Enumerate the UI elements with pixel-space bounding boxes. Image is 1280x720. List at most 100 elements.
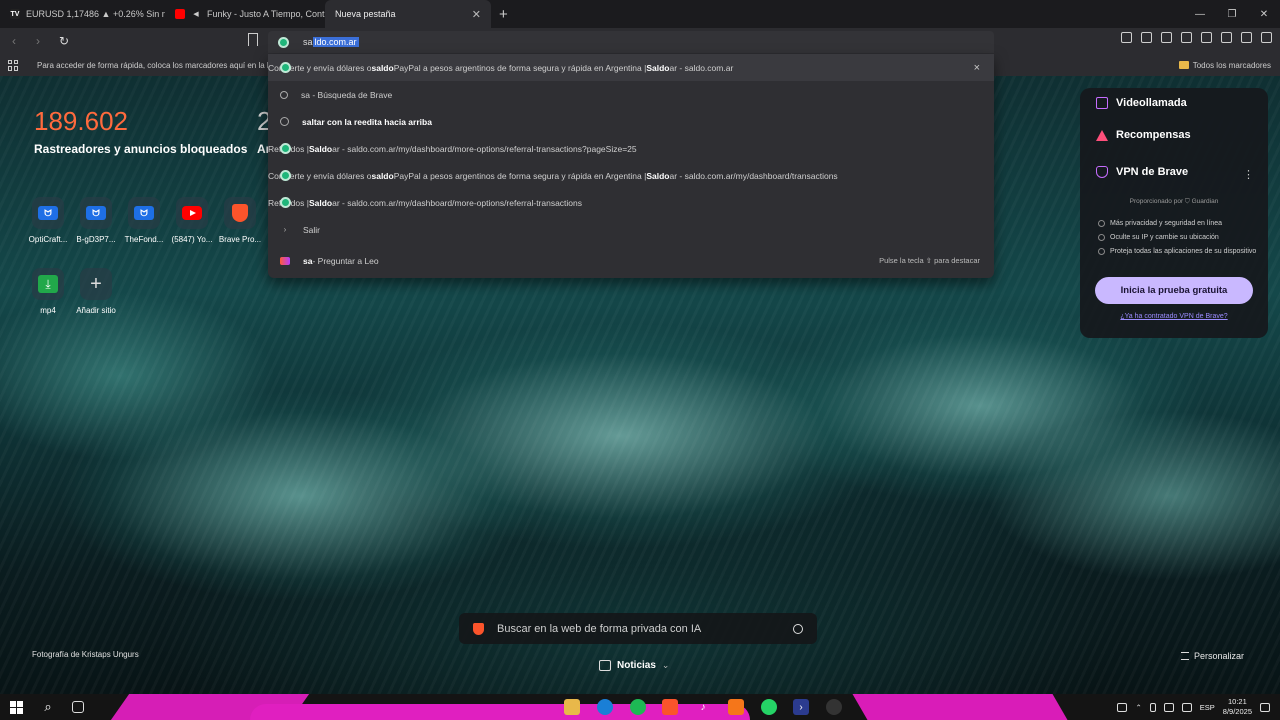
site-favicon-icon	[280, 143, 291, 154]
network-icon[interactable]	[1163, 702, 1174, 712]
suggestion-item[interactable]: Convierte y envía dólares o saldo PayPal…	[268, 162, 994, 189]
suggestion-item[interactable]: Convierte y envía dólares o saldo PayPal…	[268, 54, 994, 81]
remove-suggestion-icon[interactable]: ×	[974, 62, 980, 74]
system-tray: ⌃ ESP 10:21 8/9/2025	[1117, 694, 1280, 720]
forward-icon[interactable]: ›	[28, 34, 48, 48]
clock[interactable]: 10:21 8/9/2025	[1223, 697, 1252, 717]
media-icon[interactable]	[1161, 32, 1172, 43]
app-icon[interactable]	[728, 699, 744, 715]
language-indicator[interactable]: ESP	[1200, 703, 1215, 712]
suggestion-item[interactable]: › Salir	[268, 216, 994, 243]
suggestion-match: saldo	[371, 170, 394, 181]
extensions-icon[interactable]	[1121, 32, 1132, 43]
task-view-icon[interactable]	[72, 701, 84, 713]
ai-search-box[interactable]: Buscar en la web de forma privada con IA	[459, 613, 817, 644]
rewards-item[interactable]: Recompensas	[1096, 129, 1191, 141]
brave-vpn-card: Videollamada Recompensas VPN de Brave ⋮ …	[1080, 88, 1268, 338]
file-explorer-icon[interactable]	[564, 699, 580, 715]
toolbar-actions	[1121, 32, 1272, 43]
tiktok-icon[interactable]: ♪	[695, 699, 711, 715]
menu-icon[interactable]	[1261, 32, 1272, 43]
photo-credit[interactable]: Fotografía de Kristaps Ungurs	[32, 650, 139, 659]
app-icon[interactable]	[826, 699, 842, 715]
customize-button[interactable]: Personalizar	[1180, 651, 1244, 661]
top-site-tile[interactable]: ᗢ TheFond...	[120, 197, 168, 244]
search-icon[interactable]	[793, 623, 803, 634]
tab-new-tab[interactable]: Nueva pestaña ✕	[325, 0, 491, 28]
address-bar[interactable]: sa ldo.com.ar	[268, 31, 994, 53]
top-site-tile[interactable]: Brave Pro...	[216, 197, 264, 244]
suggestion-match: Saldo	[308, 143, 333, 154]
leo-ai-icon	[280, 256, 290, 265]
brave-icon[interactable]	[662, 699, 678, 715]
suggestion-match: Saldo	[646, 170, 670, 181]
suggestion-item[interactable]: saltar con la reedita hacia arriba	[268, 108, 994, 135]
edge-icon[interactable]	[597, 699, 613, 715]
suggestion-item[interactable]: sa - Búsqueda de Brave	[268, 81, 994, 108]
search-placeholder: Buscar en la web de forma privada con IA	[497, 622, 702, 635]
bookmark-icon[interactable]	[248, 33, 258, 46]
tab-title: Nueva pestaña	[335, 9, 396, 19]
apps-grid-icon[interactable]	[8, 59, 19, 71]
youtube-icon	[175, 9, 185, 19]
speaker-icon[interactable]: ◀	[191, 9, 201, 19]
brave-lion-icon	[232, 204, 248, 222]
already-purchased-link[interactable]: ¿Ya ha contratado VPN de Brave?	[1080, 313, 1268, 320]
screenshot-icon[interactable]	[1141, 32, 1152, 43]
chevron-up-icon[interactable]: ⌃	[1135, 703, 1141, 712]
news-button[interactable]: Noticias ⌄	[599, 660, 669, 671]
new-tab-button[interactable]: +	[491, 6, 516, 23]
search-icon[interactable]: ⌕	[40, 699, 56, 715]
start-trial-button[interactable]: Inicia la prueba gratuita	[1095, 277, 1253, 304]
keyboard-icon[interactable]	[1117, 702, 1128, 712]
rewards-label: Recompensas	[1116, 129, 1191, 141]
clock-time: 10:21	[1228, 697, 1247, 706]
add-site-button[interactable]: + Añadir sitio	[72, 268, 120, 315]
minimize-icon[interactable]: —	[1184, 9, 1216, 20]
videocall-item[interactable]: Videollamada	[1096, 97, 1187, 109]
notifications-icon[interactable]	[1260, 702, 1270, 712]
reload-icon[interactable]: ↻	[54, 34, 74, 48]
more-options-icon[interactable]: ⋮	[1243, 168, 1254, 181]
url-typed-text: sa	[303, 37, 313, 47]
volume-icon[interactable]	[1181, 702, 1192, 712]
close-window-icon[interactable]: ✕	[1248, 9, 1280, 20]
leo-icon[interactable]	[1221, 32, 1232, 43]
site-logo-icon: ᗢ	[134, 206, 154, 220]
suggestion-item[interactable]: Referidos | Saldoar - saldo.com.ar/my/da…	[268, 189, 994, 216]
top-site-tile[interactable]: ⤓ mp4	[24, 268, 72, 315]
suggestion-item[interactable]: Referidos | Saldoar - saldo.com.ar/my/da…	[268, 135, 994, 162]
url-autocomplete-selection: ldo.com.ar	[312, 37, 359, 47]
chevron-right-icon: ›	[283, 225, 287, 234]
maximize-icon[interactable]: ❐	[1216, 9, 1248, 20]
shift-hint: Pulse la tecla ⇧ para destacar	[879, 256, 980, 265]
terminal-icon[interactable]: ›	[793, 699, 809, 715]
top-site-tile[interactable]: (5847) Yo...	[168, 197, 216, 244]
suggestion-item[interactable]: sa - Preguntar a Leo Pulse la tecla ⇧ pa…	[268, 247, 994, 274]
shields-icon[interactable]	[1241, 32, 1252, 43]
close-tab-icon[interactable]: ✕	[472, 8, 481, 21]
video-camera-icon	[1096, 97, 1108, 109]
tab-youtube[interactable]: ◀ Funky - Justo A Tiempo, Contigo	[165, 0, 325, 28]
tab-title: EURUSD 1,17486 ▲ +0.26% Sin nombre	[26, 9, 165, 19]
spotify-icon[interactable]	[630, 699, 646, 715]
toolbar: ‹ › ↻ sa ldo.com.ar	[0, 28, 1280, 54]
whatsapp-icon[interactable]	[761, 699, 777, 715]
vpn-label: VPN de Brave	[1116, 166, 1189, 178]
tab-eurusd[interactable]: TV EURUSD 1,17486 ▲ +0.26% Sin nombre	[0, 0, 165, 28]
sidebar-icon[interactable]	[1181, 32, 1192, 43]
clock-date: 8/9/2025	[1222, 707, 1252, 716]
search-icon	[280, 90, 288, 99]
top-site-tile[interactable]: ᗢ B-gD3P7...	[72, 197, 120, 244]
top-site-label: Brave Pro...	[218, 235, 262, 244]
wallet-icon[interactable]	[1201, 32, 1212, 43]
top-site-tile[interactable]: ᗢ OptiCraft...	[24, 197, 72, 244]
start-windows-icon[interactable]	[8, 699, 24, 715]
all-bookmarks-button[interactable]: Todos los marcadores	[1178, 61, 1271, 70]
suggestion-text: Salir	[303, 224, 321, 235]
suggestion-text: ar - saldo.com.ar	[669, 62, 734, 73]
tab-strip: TV EURUSD 1,17486 ▲ +0.26% Sin nombre ◀ …	[0, 0, 1280, 28]
url-input[interactable]: sa ldo.com.ar	[303, 37, 359, 47]
mic-icon[interactable]	[1149, 702, 1156, 712]
back-icon[interactable]: ‹	[4, 34, 24, 48]
